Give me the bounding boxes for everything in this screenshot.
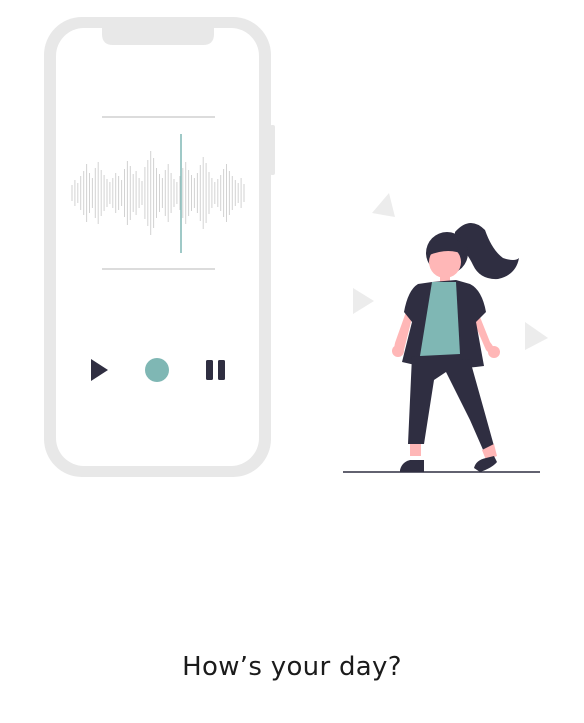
triangle-shape (525, 322, 548, 350)
right-hand (488, 346, 500, 358)
left-shoe (400, 460, 424, 472)
left-hand (392, 345, 404, 357)
prompt-heading: How’s your day? (182, 652, 402, 682)
triangle-shape (353, 288, 374, 314)
record-button[interactable] (145, 358, 169, 382)
voice-recorder-illustration (44, 17, 548, 477)
pants (408, 356, 494, 452)
woman-character (343, 222, 540, 473)
record-icon (145, 358, 169, 382)
phone-mockup (44, 17, 275, 477)
phone-screen (56, 28, 259, 466)
phone-side-button (270, 125, 275, 175)
phone-notch (102, 28, 214, 45)
right-shoe (474, 456, 497, 472)
triangle-shape (372, 193, 395, 217)
left-ankle (410, 444, 421, 456)
